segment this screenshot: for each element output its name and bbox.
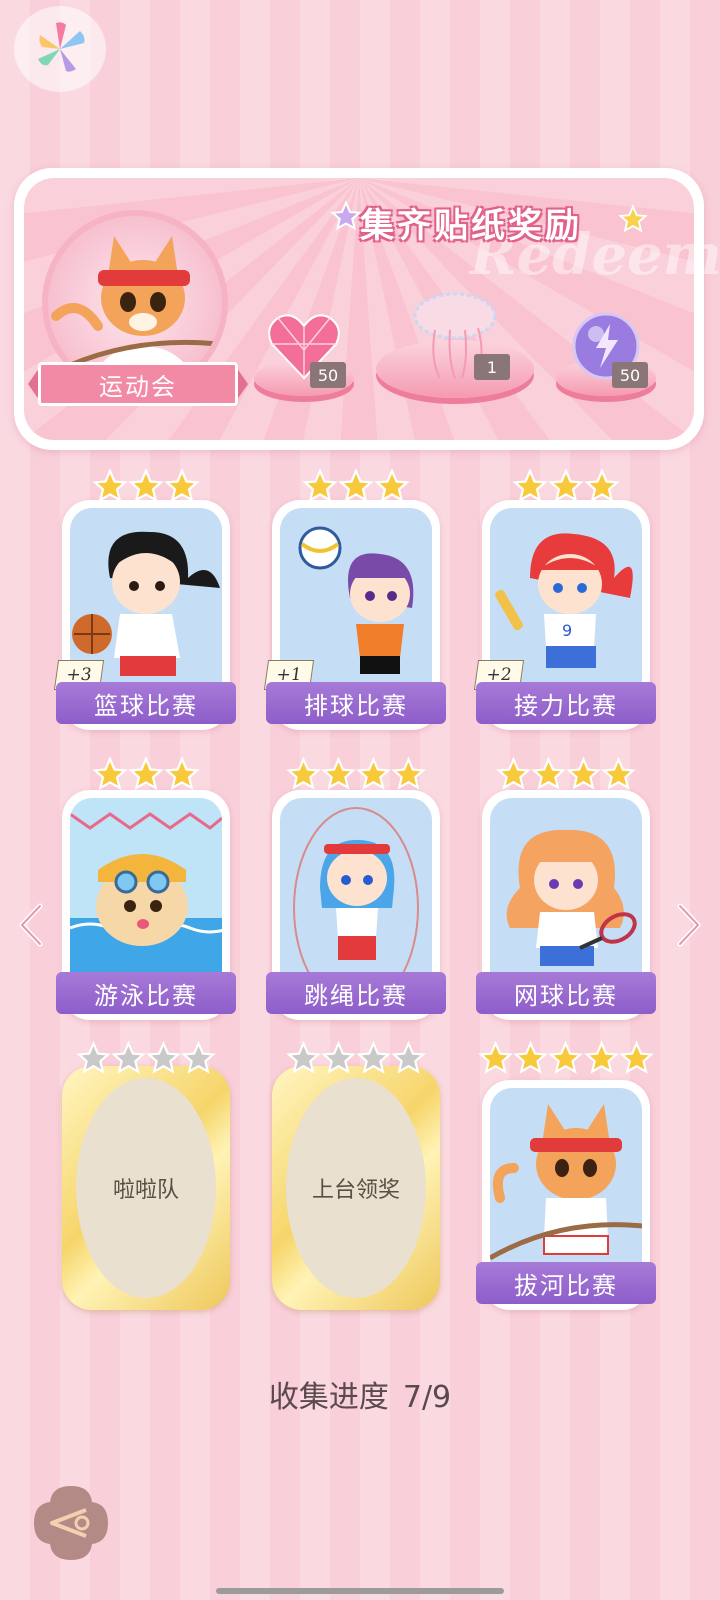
star-gray-icon — [321, 1040, 356, 1074]
sticker-label: 接力比赛 — [476, 682, 656, 724]
star-gold-icon — [321, 756, 356, 790]
star-gold-icon — [548, 468, 584, 503]
star-gray-icon — [181, 1040, 216, 1074]
star-gold-icon — [92, 756, 128, 791]
sticker-card-volleyball[interactable]: +1 排球比赛 — [263, 500, 446, 730]
star-gold-icon — [286, 756, 321, 790]
star-rating — [92, 468, 200, 504]
star-gold-icon — [566, 756, 601, 790]
star-gray-icon — [391, 1040, 426, 1074]
sticker-card-tug-of-war[interactable]: 拔河比赛 — [476, 1080, 656, 1310]
sticker-card-relay[interactable]: 9 +2 接力比赛 — [473, 500, 656, 730]
star-gold-icon — [338, 468, 374, 503]
star-rating — [512, 468, 620, 504]
star-gold-icon — [164, 756, 200, 791]
sticker-label: 篮球比赛 — [56, 682, 236, 724]
sticker-label: 跳绳比赛 — [266, 972, 446, 1014]
sticker-card-tennis[interactable]: 网球比赛 — [476, 790, 656, 1020]
star-gold-icon — [92, 468, 128, 503]
star-gold-icon — [548, 1040, 584, 1074]
star-gray-icon — [76, 1040, 111, 1074]
sticker-card-award-locked[interactable]: 上台领奖 — [272, 1066, 440, 1310]
star-rating — [76, 1040, 216, 1076]
sticker-card-jumprope[interactable]: 跳绳比赛 — [266, 790, 446, 1020]
star-rating — [286, 1040, 426, 1076]
locked-sticker-name: 啦啦队 — [76, 1078, 216, 1298]
star-rating — [92, 756, 200, 792]
locked-sticker-name: 上台领奖 — [286, 1078, 426, 1298]
back-icon[interactable] — [30, 1482, 112, 1564]
star-gray-icon — [146, 1040, 181, 1074]
star-gold-icon — [128, 756, 164, 791]
svg-text:9: 9 — [562, 621, 572, 640]
star-rating — [286, 756, 426, 792]
sticker-card-basketball[interactable]: +3 篮球比赛 — [53, 500, 236, 730]
home-indicator[interactable] — [216, 1588, 504, 1594]
star-gray-icon — [356, 1040, 391, 1074]
star-gold-icon — [391, 756, 426, 790]
star-gray-icon — [111, 1040, 146, 1074]
star-rating — [302, 468, 410, 504]
star-gold-icon — [512, 468, 548, 503]
collection-progress: 收集进度 7/9 — [0, 1372, 720, 1416]
star-decoration-icon — [330, 200, 362, 231]
sticker-label: 网球比赛 — [476, 972, 656, 1014]
sticker-label: 游泳比赛 — [56, 972, 236, 1014]
star-decoration-icon — [618, 204, 648, 233]
reward-count: 50 — [612, 362, 648, 388]
star-gold-icon — [302, 468, 338, 503]
banner-title: 集齐贴纸奖励 — [360, 206, 582, 246]
star-gold-icon — [619, 1040, 654, 1074]
progress-label: 收集进度 — [268, 1380, 389, 1415]
reward-count: 1 — [474, 354, 510, 380]
star-gold-icon — [601, 756, 636, 790]
next-page-arrow-icon[interactable] — [674, 900, 706, 950]
star-rating — [478, 1040, 654, 1076]
sticker-label: 拔河比赛 — [476, 1262, 656, 1304]
sticker-card-cheerleading-locked[interactable]: 啦啦队 — [62, 1066, 230, 1310]
app-logo-icon[interactable] — [14, 6, 106, 92]
star-gold-icon — [583, 1040, 619, 1074]
star-gold-icon — [496, 756, 531, 790]
sticker-card-swimming[interactable]: 游泳比赛 — [56, 790, 236, 1020]
reward-count: 50 — [310, 362, 346, 388]
star-gold-icon — [374, 468, 410, 503]
star-gold-icon — [584, 468, 620, 503]
star-rating — [496, 756, 636, 792]
star-gold-icon — [513, 1040, 549, 1074]
star-gold-icon — [531, 756, 566, 790]
star-gold-icon — [478, 1040, 513, 1074]
event-name-ribbon: 运动会 — [38, 362, 238, 406]
prev-page-arrow-icon[interactable] — [14, 900, 46, 950]
star-gold-icon — [356, 756, 391, 790]
sticker-label: 排球比赛 — [266, 682, 446, 724]
star-gold-icon — [164, 468, 200, 503]
star-gray-icon — [286, 1040, 321, 1074]
star-gold-icon — [128, 468, 164, 503]
progress-value: 7/9 — [402, 1380, 452, 1415]
